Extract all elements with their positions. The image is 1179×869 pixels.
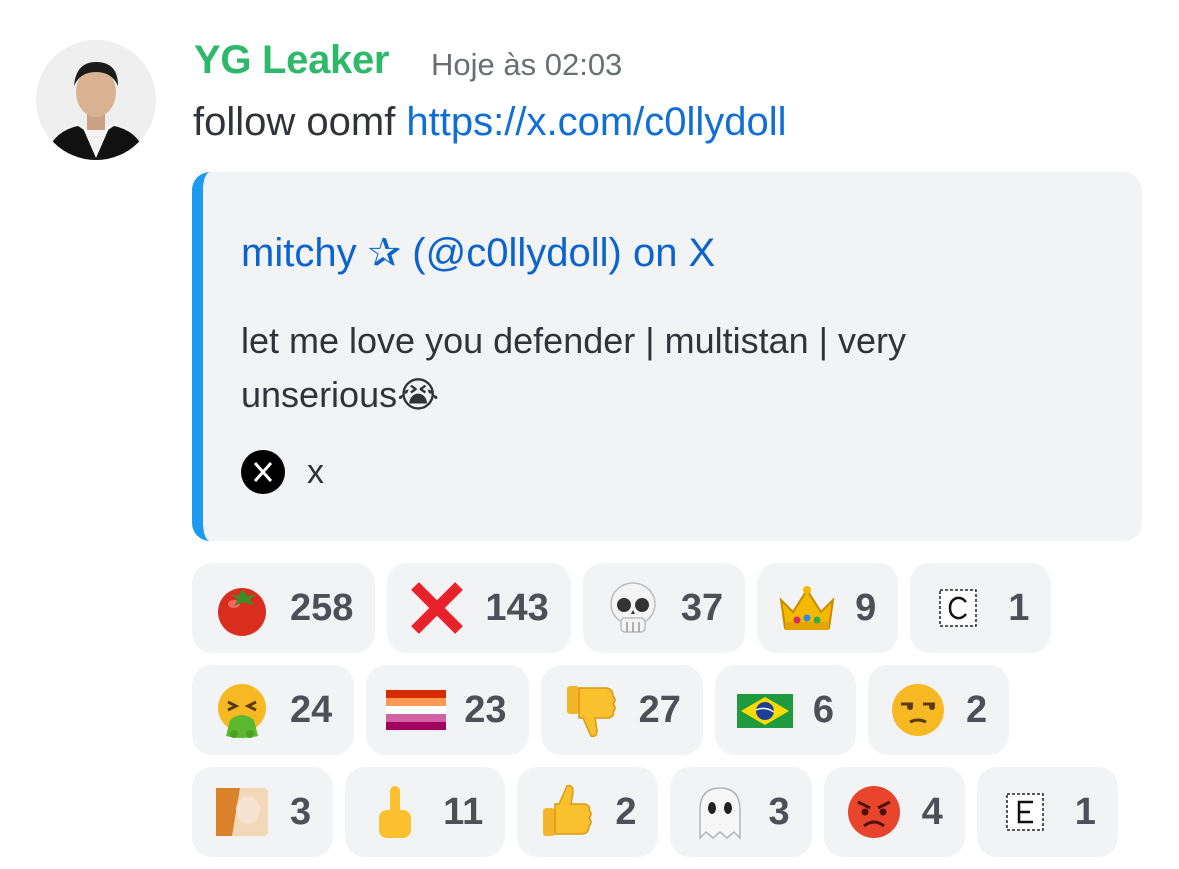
- lesbian-flag-icon: [386, 680, 447, 740]
- thumbs-down-icon: [561, 680, 621, 740]
- embed-footer: x: [241, 450, 324, 494]
- reaction-vomiting-face[interactable]: 24: [192, 665, 355, 755]
- reaction-count: 27: [638, 688, 681, 731]
- reaction-cross-mark[interactable]: 143: [387, 563, 571, 653]
- reaction-brazil-flag[interactable]: 6: [714, 665, 856, 755]
- link-embed: mitchy ✰ (@c0llydoll) on X let me love y…: [192, 172, 1142, 541]
- custom-c-emoji-icon: [930, 578, 990, 638]
- reaction-count: 3: [768, 790, 790, 833]
- reaction-row: 3 11 2 3 4 1: [192, 767, 1152, 857]
- reaction-crown[interactable]: 9: [757, 563, 899, 653]
- crown-icon: [777, 578, 837, 638]
- reactions-bar: 258 143 37 9 1 24 23 27 6 2 3 11 2 3 4 1: [192, 563, 1152, 869]
- message-author[interactable]: YG Leaker: [194, 38, 390, 83]
- thumbs-up-icon: [537, 782, 597, 842]
- reaction-custom-c[interactable]: 1: [910, 563, 1052, 653]
- embed-description: let me love you defender | multistan | v…: [241, 320, 907, 415]
- embed-title[interactable]: mitchy ✰ (@c0llydoll) on X: [241, 230, 715, 276]
- reaction-count: 6: [812, 688, 834, 731]
- unamused-face-icon: [888, 680, 948, 740]
- reaction-count: 3: [290, 790, 312, 833]
- reaction-count: 4: [921, 790, 943, 833]
- reaction-skull[interactable]: 37: [582, 563, 746, 653]
- reaction-count: 143: [485, 586, 549, 629]
- reaction-count: 1: [1074, 790, 1096, 833]
- message-text: follow oomf: [193, 100, 407, 144]
- reaction-lesbian-flag[interactable]: 23: [366, 665, 529, 755]
- reaction-thumbs-up[interactable]: 2: [517, 767, 659, 857]
- reaction-count: 11: [443, 790, 484, 833]
- reaction-thumbs-down[interactable]: 27: [540, 665, 703, 755]
- custom-image-emoji-icon: [212, 782, 272, 842]
- reaction-row: 24 23 27 6 2: [192, 665, 1152, 755]
- middle-finger-icon: [365, 782, 425, 842]
- x-logo-icon: [241, 450, 285, 494]
- reaction-count: 2: [965, 688, 988, 731]
- reaction-unamused-face[interactable]: 2: [867, 665, 1010, 755]
- reaction-custom-e[interactable]: 1: [976, 767, 1118, 857]
- reaction-count: 9: [855, 586, 877, 629]
- tomato-icon: [212, 578, 272, 638]
- message-content: follow oomf https://x.com/c0llydoll: [193, 100, 787, 145]
- skull-icon: [603, 578, 663, 638]
- reaction-count: 37: [680, 586, 724, 629]
- message-timestamp: Hoje às 02:03: [431, 47, 623, 82]
- reaction-custom-image[interactable]: 3: [192, 767, 334, 857]
- reaction-count: 24: [290, 688, 333, 731]
- user-avatar[interactable]: [36, 40, 156, 160]
- reaction-middle-finger[interactable]: 11: [345, 767, 506, 857]
- reaction-count: 2: [615, 790, 637, 833]
- reaction-count: 258: [290, 586, 354, 629]
- reaction-tomato[interactable]: 258: [192, 563, 376, 653]
- ghost-icon: [690, 782, 750, 842]
- brazil-flag-icon: [735, 680, 795, 740]
- reaction-ghost[interactable]: 3: [670, 767, 812, 857]
- embed-footer-text: x: [307, 452, 324, 491]
- reaction-angry-face[interactable]: 4: [823, 767, 965, 857]
- reaction-count: 1: [1008, 586, 1030, 629]
- message-link[interactable]: https://x.com/c0llydoll: [406, 100, 786, 144]
- vomiting-face-icon: [212, 680, 272, 740]
- reaction-row: 258 143 37 9 1: [192, 563, 1152, 653]
- reaction-count: 23: [464, 688, 507, 731]
- custom-e-emoji-icon: [997, 782, 1057, 842]
- cross-mark-icon: [407, 578, 467, 638]
- angry-face-icon: [844, 782, 904, 842]
